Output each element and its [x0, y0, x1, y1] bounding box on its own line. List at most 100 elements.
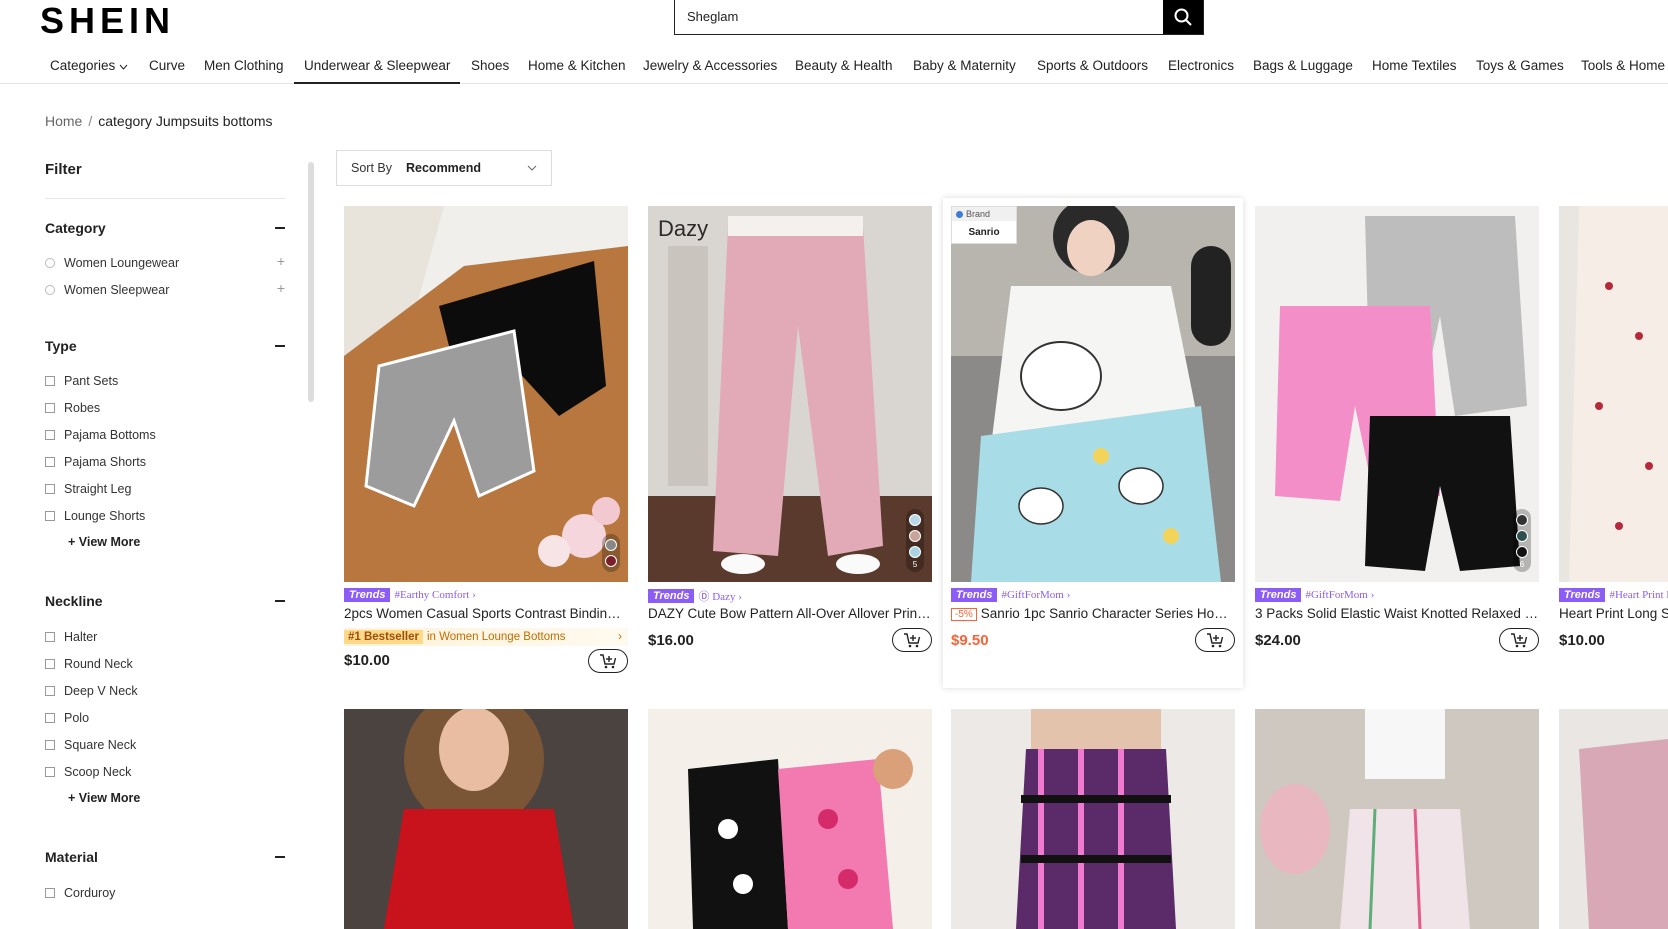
collapse-icon[interactable] [275, 600, 285, 602]
neckline-heading[interactable]: Neckline [45, 593, 103, 609]
trend-tagline[interactable]: Trends Ⓓ Dazy › [648, 588, 742, 604]
option-label: Round Neck [64, 657, 133, 671]
product-title[interactable]: DAZY Cute Bow Pattern All-Over Allover P… [648, 606, 932, 621]
search-button[interactable] [1163, 0, 1203, 34]
trend-tagline[interactable]: Trends #GiftForMom › [951, 588, 1070, 602]
nav-beauty-health[interactable]: Beauty & Health [795, 58, 893, 73]
product-image[interactable] [648, 709, 932, 929]
view-more-button[interactable]: + View More [68, 791, 140, 805]
search-input[interactable] [675, 0, 1163, 34]
product-card[interactable]: Dazy 5 Trends Ⓓ Dazy › DAZY Cute Bow Patt… [648, 206, 932, 686]
search-bar [674, 0, 1204, 35]
filter-option[interactable]: Pajama Bottoms [45, 428, 156, 442]
nav-categories[interactable]: Categories [50, 58, 128, 73]
add-to-cart-button[interactable] [588, 649, 628, 673]
filter-option[interactable]: Deep V Neck [45, 684, 138, 698]
collapse-icon[interactable] [275, 227, 285, 229]
color-swatch[interactable] [1516, 514, 1528, 526]
nav-men-clothing[interactable]: Men Clothing [204, 58, 284, 73]
option-label: Pajama Shorts [64, 455, 146, 469]
product-image[interactable]: Brand Sanrio [951, 206, 1235, 582]
filter-option[interactable]: Pant Sets [45, 374, 118, 388]
color-count: 6 [1519, 560, 1525, 569]
color-swatch[interactable] [909, 530, 921, 542]
filter-option[interactable]: Women Sleepwear [45, 283, 169, 297]
nav-bags-luggage[interactable]: Bags & Luggage [1253, 58, 1353, 73]
product-title[interactable]: Heart Print Long Sleeve Romper [1559, 606, 1668, 621]
color-swatch[interactable] [605, 555, 617, 567]
product-title[interactable]: 2pcs Women Casual Sports Contrast Bindin… [344, 606, 628, 621]
color-swatch[interactable] [605, 539, 617, 551]
color-swatch[interactable] [1516, 530, 1528, 542]
filter-option[interactable]: Women Loungewear [45, 256, 179, 270]
collapse-icon[interactable] [275, 345, 285, 347]
product-image[interactable] [344, 709, 628, 929]
filter-option[interactable]: Scoop Neck [45, 765, 131, 779]
trend-tagline[interactable]: Trends#Heart Print Pajamas › [1559, 588, 1668, 602]
color-swatch[interactable] [909, 514, 921, 526]
breadcrumb-home[interactable]: Home [45, 113, 82, 129]
product-price: $10.00 [344, 652, 390, 669]
product-title[interactable]: 3 Packs Solid Elastic Waist Knotted Rela… [1255, 606, 1539, 621]
trends-badge: Trends [344, 588, 391, 602]
product-card[interactable]: 6 Trends #GiftForMom › 3 Packs Solid Elas… [1255, 206, 1539, 686]
expand-plus-icon[interactable]: + [277, 253, 285, 269]
product-image[interactable] [951, 709, 1235, 929]
product-card[interactable]: Brand Sanrio Trends #GiftForMom › -5% Sanr… [951, 206, 1235, 686]
nav-home-textiles[interactable]: Home Textiles [1372, 58, 1457, 73]
chevron-right-icon: › [618, 631, 622, 643]
option-label: Pajama Bottoms [64, 428, 156, 442]
nav-home-kitchen[interactable]: Home & Kitchen [528, 58, 626, 73]
product-image[interactable] [1255, 709, 1539, 929]
product-card[interactable]: Trends#Heart Print Pajamas › Heart Print… [1559, 206, 1668, 686]
checkbox [45, 659, 55, 669]
add-to-cart-button[interactable] [892, 628, 932, 652]
sidebar-scrollbar[interactable] [308, 162, 314, 402]
expand-plus-icon[interactable]: + [277, 280, 285, 296]
search-icon [1174, 8, 1192, 26]
checkbox [45, 888, 55, 898]
nav-shoes[interactable]: Shoes [471, 58, 509, 73]
checkbox [45, 376, 55, 386]
trend-tagline[interactable]: Trends #GiftForMom › [1255, 588, 1374, 602]
collapse-icon[interactable] [275, 856, 285, 858]
trend-tagline[interactable]: Trends #Earthy Comfort › [344, 588, 476, 602]
sort-dropdown[interactable]: Sort By Recommend [336, 150, 552, 186]
nav-tools-home[interactable]: Tools & Home [1581, 58, 1665, 73]
nav-baby-maternity[interactable]: Baby & Maternity [913, 58, 1016, 73]
filter-option[interactable]: Round Neck [45, 657, 133, 671]
nav-jewelry-accessories[interactable]: Jewelry & Accessories [643, 58, 777, 73]
filter-option[interactable]: Lounge Shorts [45, 509, 145, 523]
view-more-button[interactable]: + View More [68, 535, 140, 549]
nav-toys-games[interactable]: Toys & Games [1476, 58, 1564, 73]
filter-option[interactable]: Straight Leg [45, 482, 131, 496]
nav-curve[interactable]: Curve [149, 58, 185, 73]
nav-sports-outdoors[interactable]: Sports & Outdoors [1037, 58, 1148, 73]
filter-option[interactable]: Halter [45, 630, 97, 644]
product-image[interactable]: 6 [1255, 206, 1539, 582]
bestseller-banner[interactable]: #1 Bestseller in Women Lounge Bottoms › [344, 628, 628, 646]
filter-option[interactable]: Pajama Shorts [45, 455, 146, 469]
filter-option[interactable]: Robes [45, 401, 100, 415]
filter-option[interactable]: Square Neck [45, 738, 136, 752]
type-heading[interactable]: Type [45, 338, 77, 354]
product-title-row[interactable]: -5% Sanrio 1pc Sanrio Character Series Ho… [951, 606, 1235, 621]
product-card[interactable]: Trends #Earthy Comfort › 2pcs Women Casua… [344, 206, 628, 686]
filter-option[interactable]: Polo [45, 711, 89, 725]
product-image[interactable]: Dazy 5 [648, 206, 932, 582]
add-to-cart-button[interactable] [1499, 628, 1539, 652]
filter-option[interactable]: Corduroy [45, 886, 115, 900]
checkbox [45, 686, 55, 696]
product-image[interactable] [1559, 709, 1668, 929]
nav-electronics[interactable]: Electronics [1168, 58, 1234, 73]
product-image[interactable] [1559, 206, 1668, 582]
product-image[interactable] [344, 206, 628, 582]
cart-add-icon [904, 633, 921, 648]
category-heading[interactable]: Category [45, 220, 106, 236]
color-swatch[interactable] [1516, 546, 1528, 558]
color-swatch[interactable] [909, 546, 921, 558]
material-heading[interactable]: Material [45, 849, 98, 865]
shein-logo[interactable]: SHEIN [40, 0, 175, 42]
add-to-cart-button[interactable] [1195, 628, 1235, 652]
nav-underwear-sleepwear[interactable]: Underwear & Sleepwear [293, 58, 461, 84]
